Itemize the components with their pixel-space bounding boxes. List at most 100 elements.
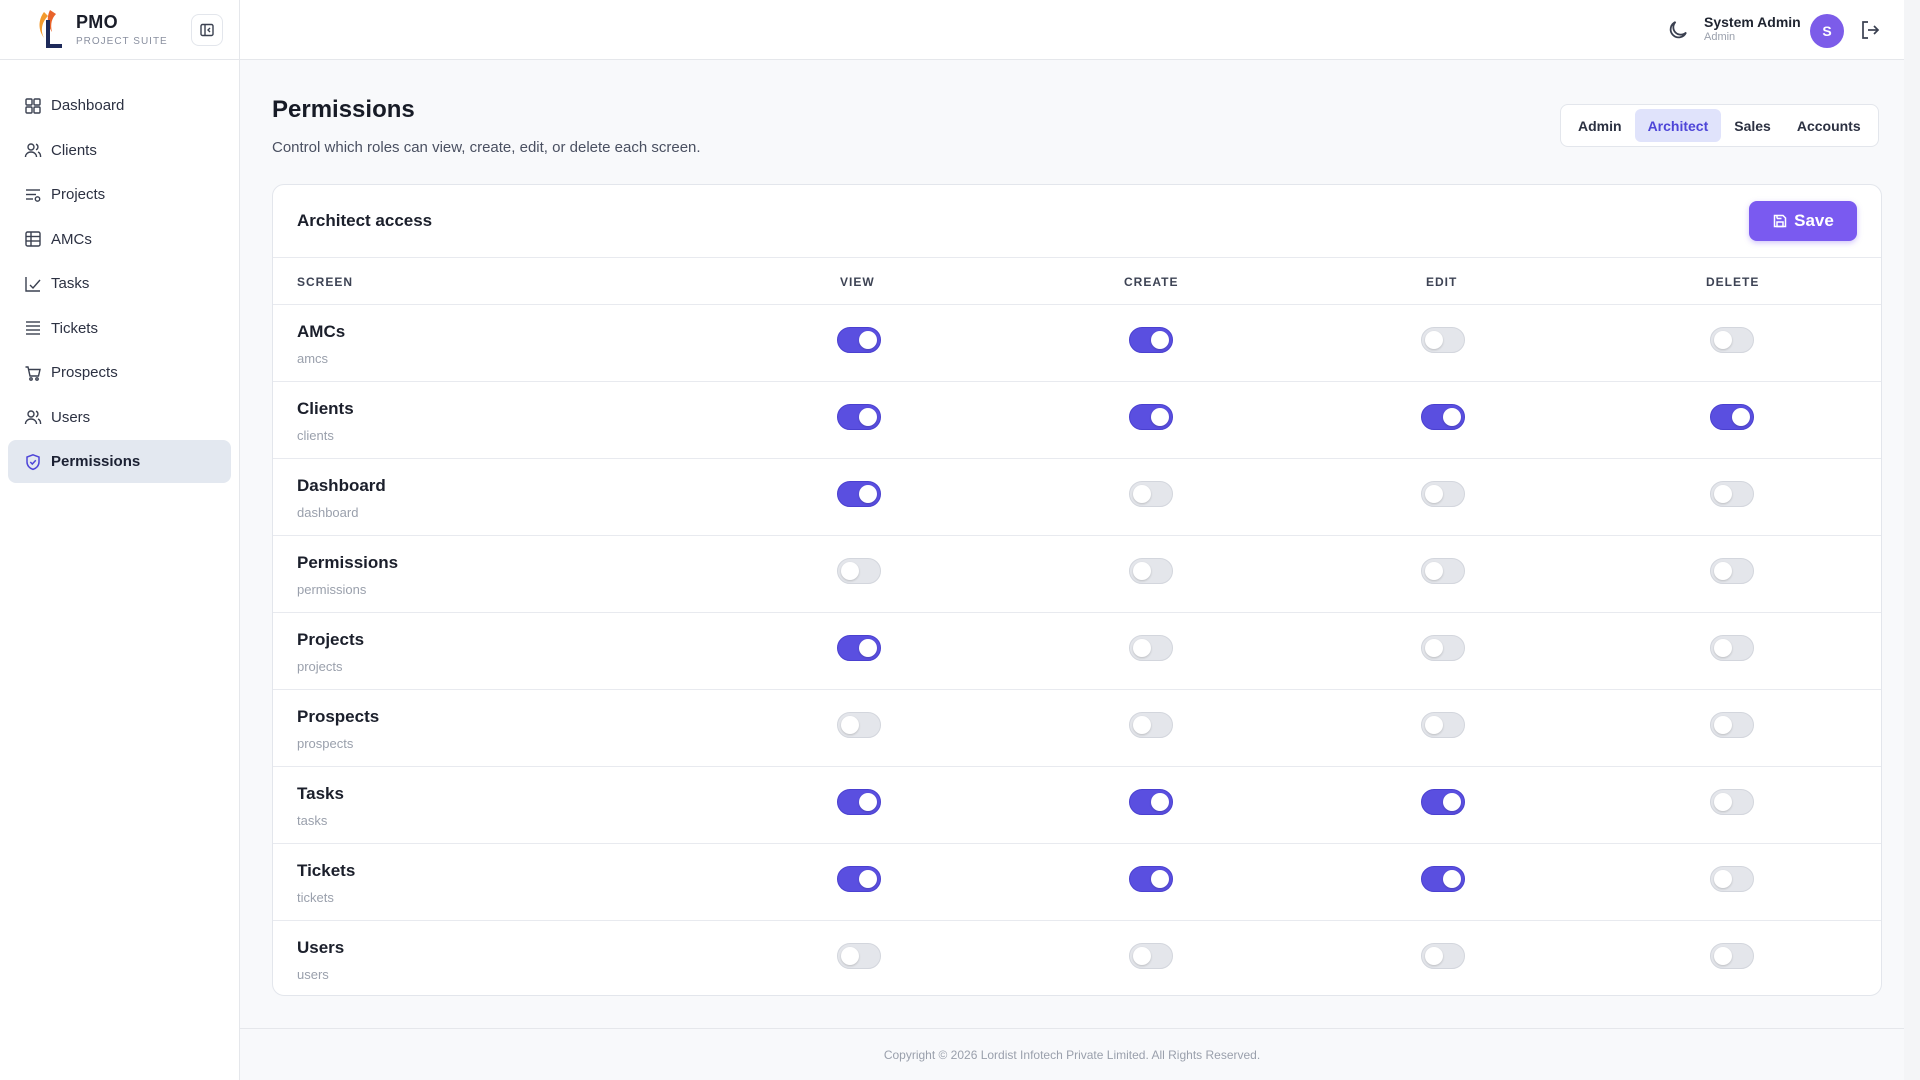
tab-accounts[interactable]: Accounts bbox=[1784, 109, 1874, 142]
sidebar: PMO PROJECT SUITE Dashboard Clients Proj… bbox=[0, 0, 240, 1080]
toggle-knob bbox=[1151, 793, 1169, 811]
create-toggle[interactable] bbox=[1129, 866, 1173, 892]
sidebar-item-projects[interactable]: Projects bbox=[8, 173, 231, 216]
view-toggle[interactable] bbox=[837, 327, 881, 353]
toggle-knob bbox=[1133, 947, 1151, 965]
sidebar-item-label: Permissions bbox=[51, 453, 141, 470]
table-row: Users users bbox=[273, 921, 1881, 995]
permissions-table-body: AMCs amcs Clients clients Dashboard dashboard… bbox=[273, 305, 1881, 995]
create-toggle[interactable] bbox=[1129, 943, 1173, 969]
create-toggle[interactable] bbox=[1129, 789, 1173, 815]
toggle-knob bbox=[1151, 408, 1169, 426]
view-toggle[interactable] bbox=[837, 635, 881, 661]
scrollbar[interactable] bbox=[1904, 0, 1920, 1080]
toggle-knob bbox=[859, 639, 877, 657]
tab-sales[interactable]: Sales bbox=[1721, 109, 1784, 142]
table-row: Tasks tasks bbox=[273, 767, 1881, 844]
brand-title: PMO bbox=[76, 12, 118, 32]
create-toggle[interactable] bbox=[1129, 635, 1173, 661]
view-toggle[interactable] bbox=[837, 481, 881, 507]
delete-toggle[interactable] bbox=[1710, 404, 1754, 430]
create-toggle[interactable] bbox=[1129, 327, 1173, 353]
top-bar: System Admin Admin S bbox=[240, 0, 1920, 60]
sidebar-nav: Dashboard Clients Projects AMCs Tasks Ti… bbox=[0, 60, 239, 509]
screen-key: users bbox=[297, 967, 329, 982]
screen-name: Dashboard bbox=[297, 476, 386, 495]
edit-toggle[interactable] bbox=[1421, 635, 1465, 661]
delete-toggle[interactable] bbox=[1710, 943, 1754, 969]
moon-icon[interactable] bbox=[1666, 18, 1690, 42]
toggle-knob bbox=[1714, 716, 1732, 734]
edit-toggle[interactable] bbox=[1421, 712, 1465, 738]
toggle-knob bbox=[859, 793, 877, 811]
collapse-sidebar-button[interactable] bbox=[191, 13, 223, 46]
view-toggle[interactable] bbox=[837, 712, 881, 738]
delete-toggle[interactable] bbox=[1710, 712, 1754, 738]
table-row: Clients clients bbox=[273, 382, 1881, 459]
view-toggle[interactable] bbox=[837, 943, 881, 969]
users-icon bbox=[24, 408, 42, 426]
view-toggle[interactable] bbox=[837, 866, 881, 892]
toggle-knob bbox=[841, 947, 859, 965]
sidebar-item-users[interactable]: Users bbox=[8, 396, 231, 439]
brand: PMO PROJECT SUITE bbox=[0, 0, 239, 60]
save-button[interactable]: Save bbox=[1749, 201, 1857, 241]
screen-name: Prospects bbox=[297, 707, 380, 726]
edit-toggle[interactable] bbox=[1421, 481, 1465, 507]
screen-name: Tickets bbox=[297, 861, 356, 880]
delete-toggle[interactable] bbox=[1710, 789, 1754, 815]
toggle-knob bbox=[1714, 639, 1732, 657]
toggle-knob bbox=[1443, 793, 1461, 811]
delete-toggle[interactable] bbox=[1710, 481, 1754, 507]
create-toggle[interactable] bbox=[1129, 712, 1173, 738]
toggle-knob bbox=[859, 408, 877, 426]
screen-name: AMCs bbox=[297, 322, 346, 341]
sidebar-item-amcs[interactable]: AMCs bbox=[8, 218, 231, 261]
view-toggle[interactable] bbox=[837, 558, 881, 584]
permissions-card: Architect access Save SCREEN VIEW CREATE… bbox=[272, 184, 1882, 996]
create-toggle[interactable] bbox=[1129, 404, 1173, 430]
edit-toggle[interactable] bbox=[1421, 404, 1465, 430]
create-toggle[interactable] bbox=[1129, 558, 1173, 584]
edit-toggle[interactable] bbox=[1421, 789, 1465, 815]
screen-name: Permissions bbox=[297, 553, 399, 572]
toggle-knob bbox=[1425, 331, 1443, 349]
sidebar-item-label: Prospects bbox=[51, 364, 118, 381]
sidebar-item-prospects[interactable]: Prospects bbox=[8, 351, 231, 394]
sidebar-item-label: Tickets bbox=[51, 319, 98, 337]
edit-toggle[interactable] bbox=[1421, 558, 1465, 584]
toggle-knob bbox=[1732, 408, 1750, 426]
sidebar-item-dashboard[interactable]: Dashboard bbox=[8, 84, 231, 127]
sidebar-item-tickets[interactable]: Tickets bbox=[8, 307, 231, 350]
screen-name: Users bbox=[297, 938, 345, 957]
screen-key: clients bbox=[297, 428, 334, 443]
logout-icon[interactable] bbox=[1858, 18, 1882, 42]
sidebar-item-permissions[interactable]: Permissions bbox=[8, 440, 231, 483]
table-header: SCREEN VIEW CREATE EDIT DELETE bbox=[273, 258, 1881, 305]
delete-toggle[interactable] bbox=[1710, 558, 1754, 584]
role-tabs: Admin Architect Sales Accounts bbox=[1560, 104, 1879, 147]
edit-toggle[interactable] bbox=[1421, 327, 1465, 353]
screen-key: permissions bbox=[297, 582, 367, 597]
view-toggle[interactable] bbox=[837, 789, 881, 815]
tab-admin[interactable]: Admin bbox=[1565, 109, 1635, 142]
delete-toggle[interactable] bbox=[1710, 635, 1754, 661]
toggle-knob bbox=[1133, 485, 1151, 503]
screen-key: dashboard bbox=[297, 505, 359, 520]
toggle-knob bbox=[841, 716, 859, 734]
view-toggle[interactable] bbox=[837, 404, 881, 430]
toggle-knob bbox=[1714, 562, 1732, 580]
grid-icon bbox=[24, 97, 42, 115]
avatar[interactable]: S bbox=[1810, 14, 1844, 48]
sidebar-item-tasks[interactable]: Tasks bbox=[8, 262, 231, 305]
sidebar-item-label: Projects bbox=[51, 186, 106, 203]
sidebar-item-clients[interactable]: Clients bbox=[8, 129, 231, 172]
sidebar-item-label: Clients bbox=[51, 141, 97, 159]
delete-toggle[interactable] bbox=[1710, 327, 1754, 353]
edit-toggle[interactable] bbox=[1421, 866, 1465, 892]
tab-architect[interactable]: Architect bbox=[1634, 109, 1722, 142]
create-toggle[interactable] bbox=[1129, 481, 1173, 507]
delete-toggle[interactable] bbox=[1710, 866, 1754, 892]
users-icon bbox=[24, 141, 42, 159]
edit-toggle[interactable] bbox=[1421, 943, 1465, 969]
